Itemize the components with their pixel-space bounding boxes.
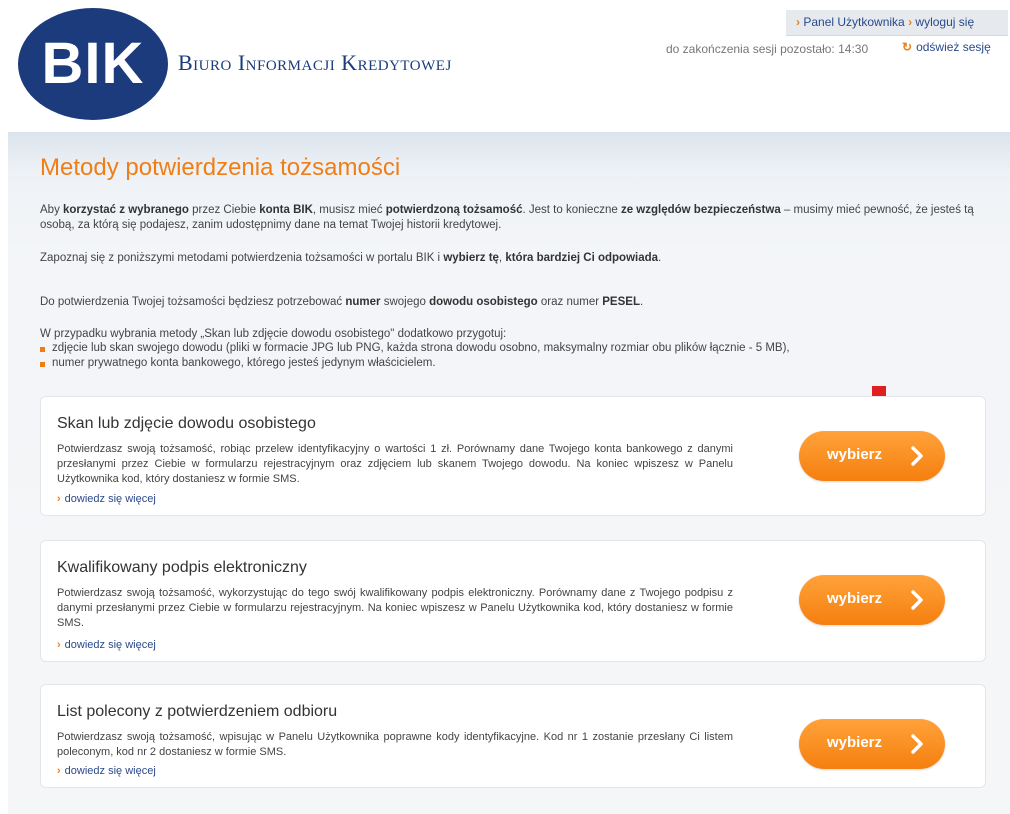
method-card-scan: Skan lub zdjęcie dowodu osobistego Potwi… [40, 396, 986, 516]
logout-link[interactable]: wyloguj się [915, 15, 974, 29]
session-timer: do zakończenia sesji pozostało: 14:30 [666, 42, 869, 56]
method-description: Potwierdzasz swoją tożsamość, wykorzystu… [57, 587, 733, 629]
learn-more-link[interactable]: › dowiedz się więcej [57, 493, 156, 505]
bik-logo[interactable]: BIK [18, 8, 168, 120]
list-item: numer prywatnego konta bankowego, któreg… [40, 356, 790, 371]
chevron-right-icon [911, 734, 923, 754]
panel-link[interactable]: Panel Użytkownika [803, 15, 904, 29]
requirements-paragraph: Do potwierdzenia Twojej tożsamości będzi… [40, 296, 644, 308]
chevron-right-icon: › [57, 493, 61, 505]
select-scan-button[interactable]: wybierz [799, 431, 945, 481]
intro-paragraph: Aby korzystać z wybranego przez Ciebie k… [40, 204, 974, 231]
learn-more-link[interactable]: › dowiedz się więcej [57, 639, 156, 651]
brand-name: Biuro Informacji Kredytowej [178, 50, 452, 75]
button-label: wybierz [827, 734, 883, 751]
method-card-letter: List polecony z potwierdzeniem odbioru P… [40, 684, 986, 788]
chevron-right-icon [911, 446, 923, 466]
learn-more-link[interactable]: › dowiedz się więcej [57, 765, 156, 777]
method-title: Skan lub zdjęcie dowodu osobistego [57, 415, 316, 432]
choose-paragraph: Zapoznaj się z poniższymi metodami potwi… [40, 252, 662, 264]
method-description: Potwierdzasz swoją tożsamość, wpisując w… [57, 731, 733, 758]
method-title: Kwalifikowany podpis elektroniczny [57, 559, 307, 576]
chevron-right-icon: › [57, 765, 61, 777]
logo-text: BIK [41, 31, 145, 96]
main-content: Metody potwierdzenia tożsamości Aby korz… [8, 132, 1010, 814]
method-title: List polecony z potwierdzeniem odbioru [57, 703, 338, 720]
chevron-right-icon: › [908, 15, 913, 29]
chevron-right-icon: › [796, 15, 800, 29]
prep-list: zdjęcie lub skan swojego dowodu (pliki w… [40, 341, 790, 371]
chevron-right-icon [911, 590, 923, 610]
scan-prep-text: W przypadku wybrania metody „Skan lub zd… [40, 328, 507, 340]
page-title: Metody potwierdzenia tożsamości [40, 154, 401, 181]
page-header: BIK Biuro Informacji Kredytowej › Panel … [0, 0, 1010, 132]
method-card-signature: Kwalifikowany podpis elektroniczny Potwi… [40, 540, 986, 662]
chevron-right-icon: › [57, 639, 61, 651]
refresh-label: odśwież sesję [916, 40, 991, 54]
user-bar: › Panel Użytkownika › wyloguj się [786, 10, 1008, 36]
button-label: wybierz [827, 590, 883, 607]
list-item: zdjęcie lub skan swojego dowodu (pliki w… [40, 341, 790, 356]
select-letter-button[interactable]: wybierz [799, 719, 945, 769]
refresh-session-link[interactable]: ↻ odśwież sesję [902, 40, 991, 54]
method-description: Potwierdzasz swoją tożsamość, robiąc prz… [57, 443, 733, 485]
refresh-icon: ↻ [902, 40, 913, 54]
button-label: wybierz [827, 446, 883, 463]
select-signature-button[interactable]: wybierz [799, 575, 945, 625]
